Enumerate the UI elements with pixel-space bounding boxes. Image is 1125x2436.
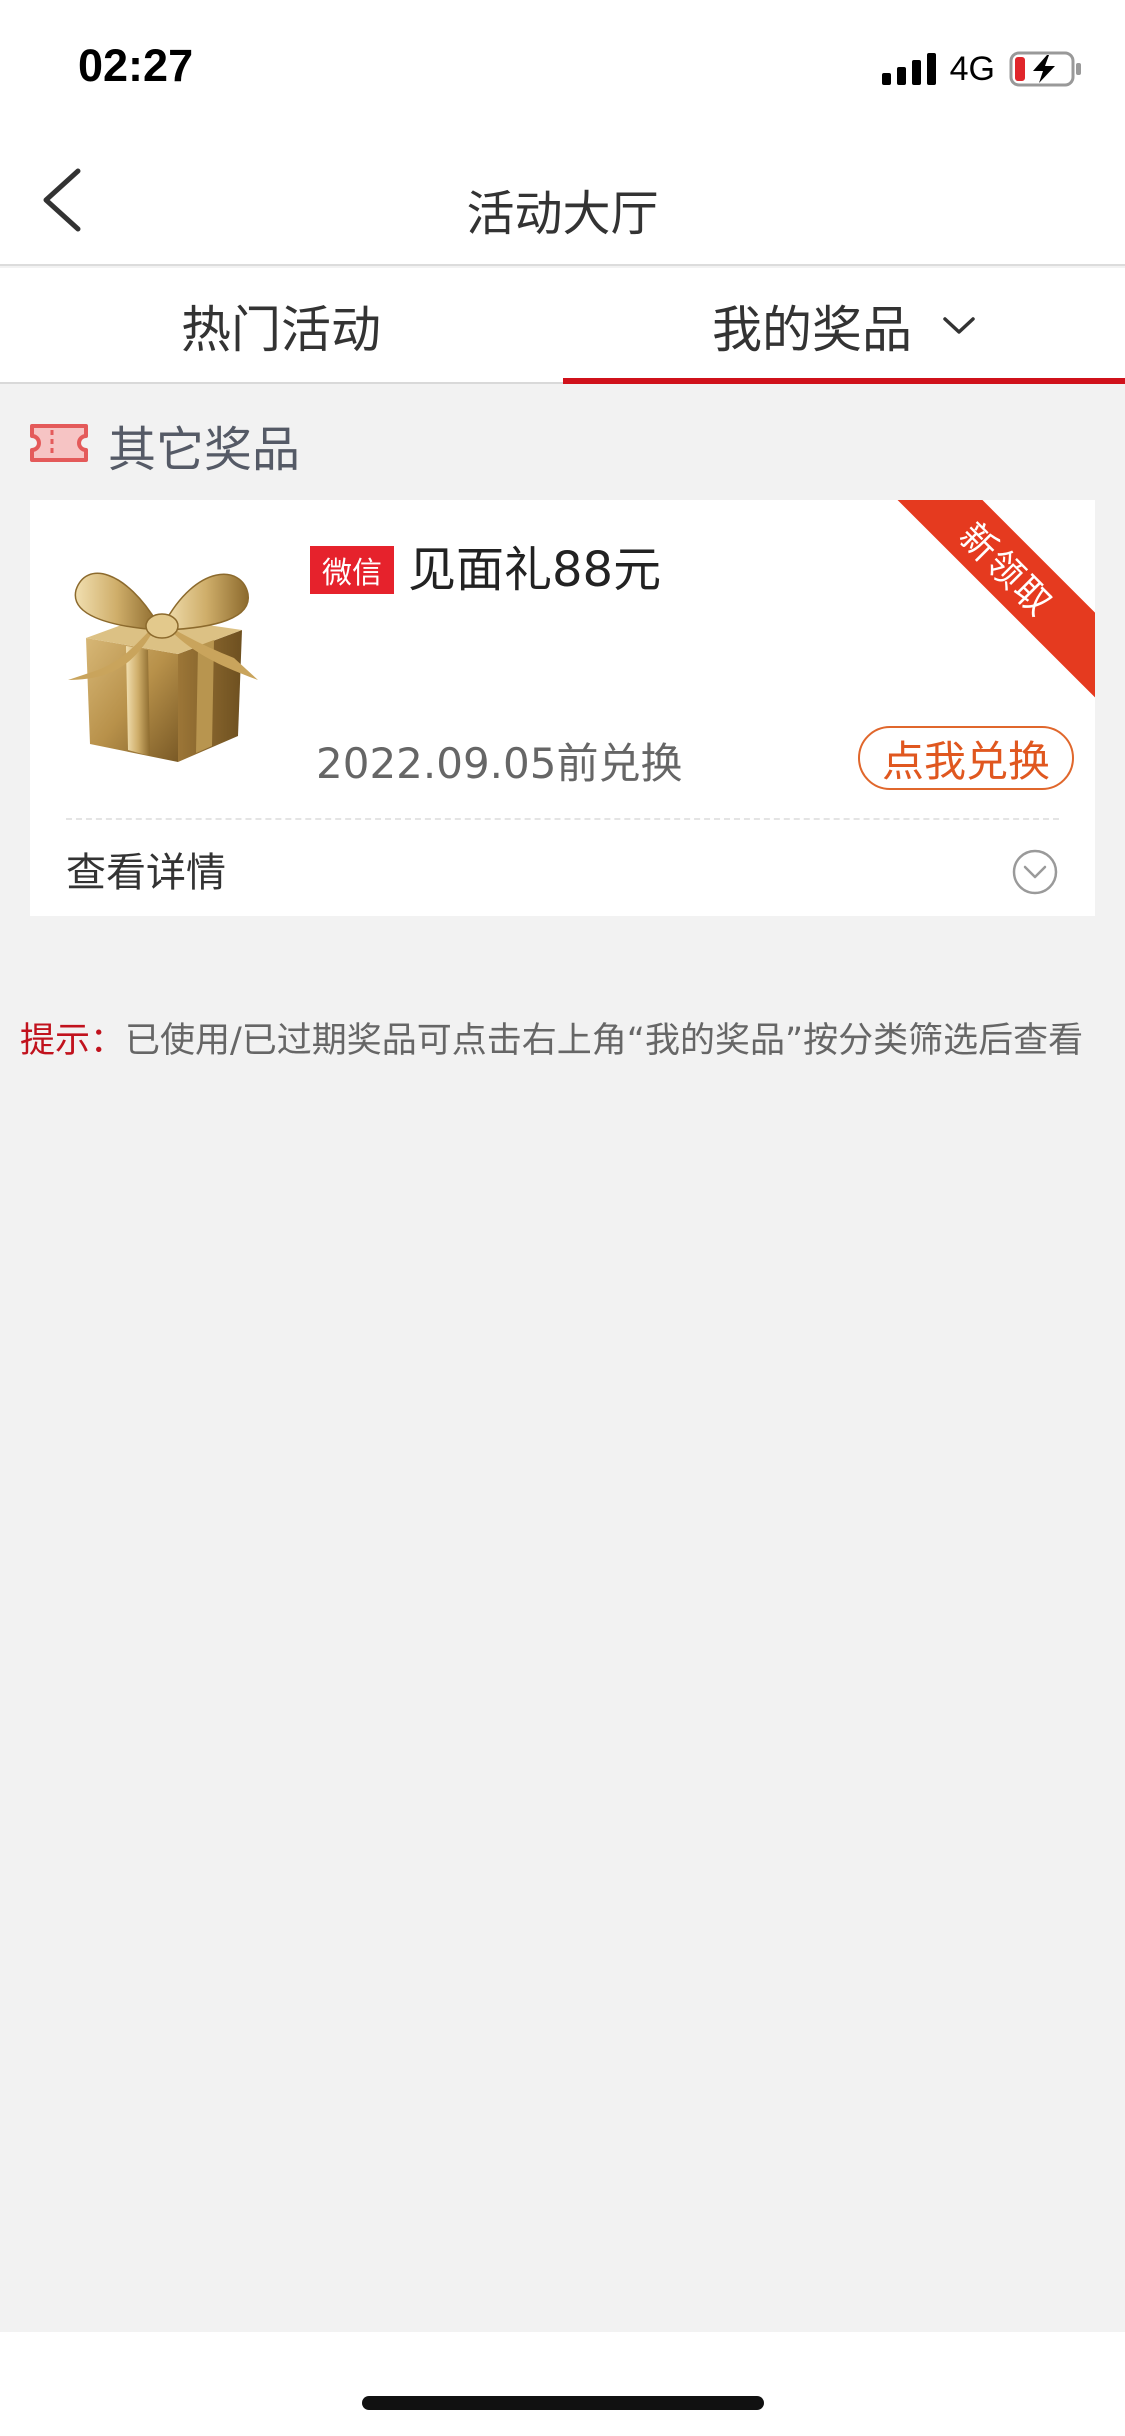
ticket-icon	[28, 420, 90, 470]
status-time: 02:27	[78, 40, 194, 91]
tip-label: 提示：	[20, 1021, 126, 1061]
status-bar: 02:27 4G	[0, 0, 1125, 140]
tab-my-prizes[interactable]: 我的奖品	[563, 268, 1125, 384]
bottom-bar	[0, 2332, 1125, 2436]
tip-message: 提示：已使用/已过期奖品可点击右上角“我的奖品”按分类筛选后查看	[20, 1012, 1115, 1063]
prize-card: 微信 见面礼88元 2022.09.05前兑换 点我兑换 新领取 查看详情	[30, 500, 1095, 916]
view-details-link[interactable]: 查看详情	[66, 840, 226, 898]
tab-bar: 热门活动 我的奖品	[0, 268, 1125, 384]
prize-name: 见面礼88元	[408, 542, 662, 598]
active-tab-indicator	[563, 378, 1125, 384]
tab-label: 我的奖品	[712, 301, 912, 359]
status-indicators: 4G	[881, 48, 1083, 90]
tab-hot-activities[interactable]: 热门活动	[0, 268, 562, 384]
tab-label: 热门活动	[181, 301, 381, 359]
redeem-button[interactable]: 点我兑换	[858, 726, 1074, 790]
signal-icon	[881, 53, 936, 85]
platform-badge: 微信	[310, 546, 394, 594]
card-divider	[66, 818, 1059, 820]
nav-header: 活动大厅	[0, 140, 1125, 266]
home-indicator[interactable]	[362, 2396, 764, 2410]
battery-icon	[1009, 51, 1083, 87]
chevron-down-icon	[942, 316, 976, 336]
new-ribbon-badge: 新领取	[870, 500, 1095, 706]
expand-circle-icon[interactable]	[1011, 848, 1059, 900]
network-label: 4G	[949, 49, 995, 88]
page-title: 活动大厅	[466, 186, 659, 242]
section-header: 其它奖品	[28, 412, 300, 478]
tip-text: 已使用/已过期奖品可点击右上角“我的奖品”按分类筛选后查看	[125, 1021, 1084, 1061]
gift-box-icon	[46, 530, 276, 770]
section-title: 其它奖品	[108, 422, 301, 478]
expire-date: 2022.09.05前兑换	[316, 739, 683, 788]
